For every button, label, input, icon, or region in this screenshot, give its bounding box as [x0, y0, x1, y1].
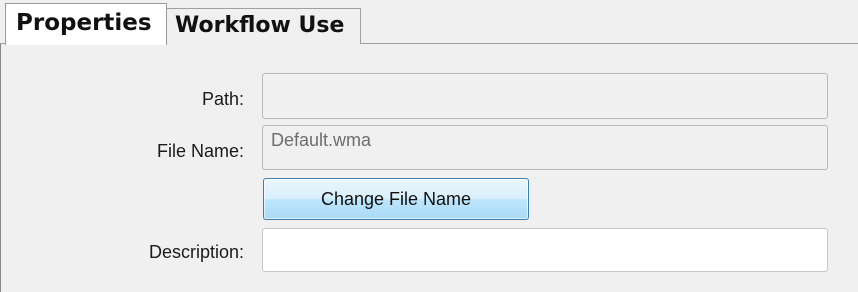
- tab-properties[interactable]: Properties: [5, 3, 167, 45]
- file-name-field[interactable]: [262, 125, 828, 170]
- properties-window: Workflow Use Properties Path: File Name:…: [0, 0, 858, 292]
- properties-panel: Path: File Name: Change File Name Descri…: [0, 44, 858, 292]
- description-field[interactable]: [262, 228, 828, 272]
- tab-workflow-use[interactable]: Workflow Use: [166, 8, 361, 44]
- change-file-name-button[interactable]: Change File Name: [263, 178, 529, 220]
- description-label: Description:: [148, 242, 244, 262]
- path-label: Path:: [201, 89, 244, 109]
- tab-strip: Workflow Use Properties: [0, 0, 858, 45]
- file-name-label: File Name:: [156, 141, 244, 161]
- path-field[interactable]: [262, 73, 828, 119]
